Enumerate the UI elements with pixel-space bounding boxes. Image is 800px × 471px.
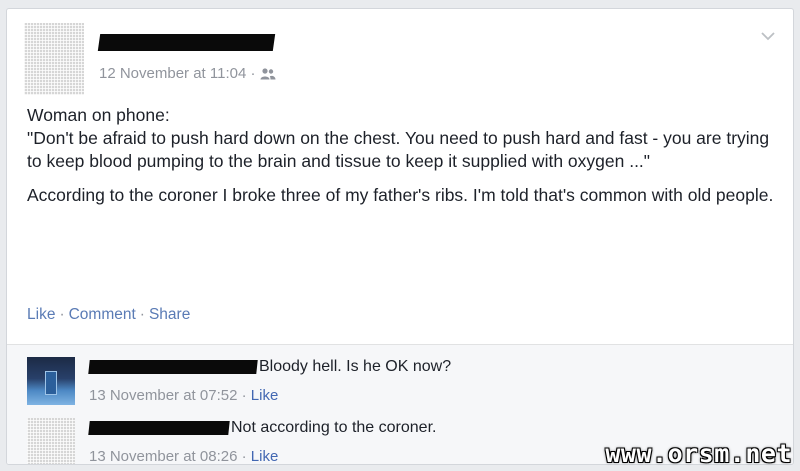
post-author-avatar[interactable]	[24, 23, 84, 95]
comment-text: Not according to the coroner.	[231, 419, 437, 436]
action-separator: ·	[59, 306, 65, 323]
redacted-commenter-name	[88, 421, 230, 435]
redacted-author-name	[97, 34, 276, 51]
comment-timestamp[interactable]: 13 November at 08:26	[89, 448, 237, 464]
post-timestamp[interactable]: 12 November at 11:04	[99, 65, 246, 82]
share-link[interactable]: Share	[149, 306, 190, 323]
meta-separator: ·	[250, 65, 256, 82]
post-actions: Like · Comment · Share	[27, 306, 190, 324]
chevron-down-icon[interactable]	[759, 27, 777, 45]
redacted-commenter-name	[88, 360, 258, 374]
site-watermark: www.orsm.net	[605, 439, 792, 468]
like-link[interactable]: Like	[27, 306, 55, 323]
comment-meta: 13 November at 07:52 · Like	[89, 387, 278, 404]
comment-like-link[interactable]: Like	[251, 387, 279, 404]
action-separator: ·	[139, 306, 145, 323]
meta-separator: ·	[241, 387, 247, 404]
comment-link[interactable]: Comment	[69, 306, 136, 323]
friends-icon[interactable]	[260, 67, 276, 81]
commenter-avatar[interactable]	[27, 357, 75, 405]
commenter-avatar[interactable]	[27, 418, 75, 464]
comment-meta: 13 November at 08:26 · Like	[89, 448, 279, 465]
comment-like-link[interactable]: Like	[251, 448, 279, 464]
meta-separator: ·	[241, 448, 247, 465]
comment-text: Bloody hell. Is he OK now?	[259, 358, 452, 375]
post-paragraph: According to the coroner I broke three o…	[27, 185, 774, 205]
post-paragraph: "Don't be afraid to push hard down on th…	[27, 128, 770, 171]
post-card: 12 November at 11:04 · Woman on phone: "…	[6, 8, 794, 465]
post-paragraph: Woman on phone:	[27, 105, 170, 125]
post-body: Woman on phone: "Don't be afraid to push…	[27, 104, 777, 218]
comment-timestamp[interactable]: 13 November at 07:52	[89, 387, 237, 404]
post-meta: 12 November at 11:04 ·	[99, 65, 276, 82]
